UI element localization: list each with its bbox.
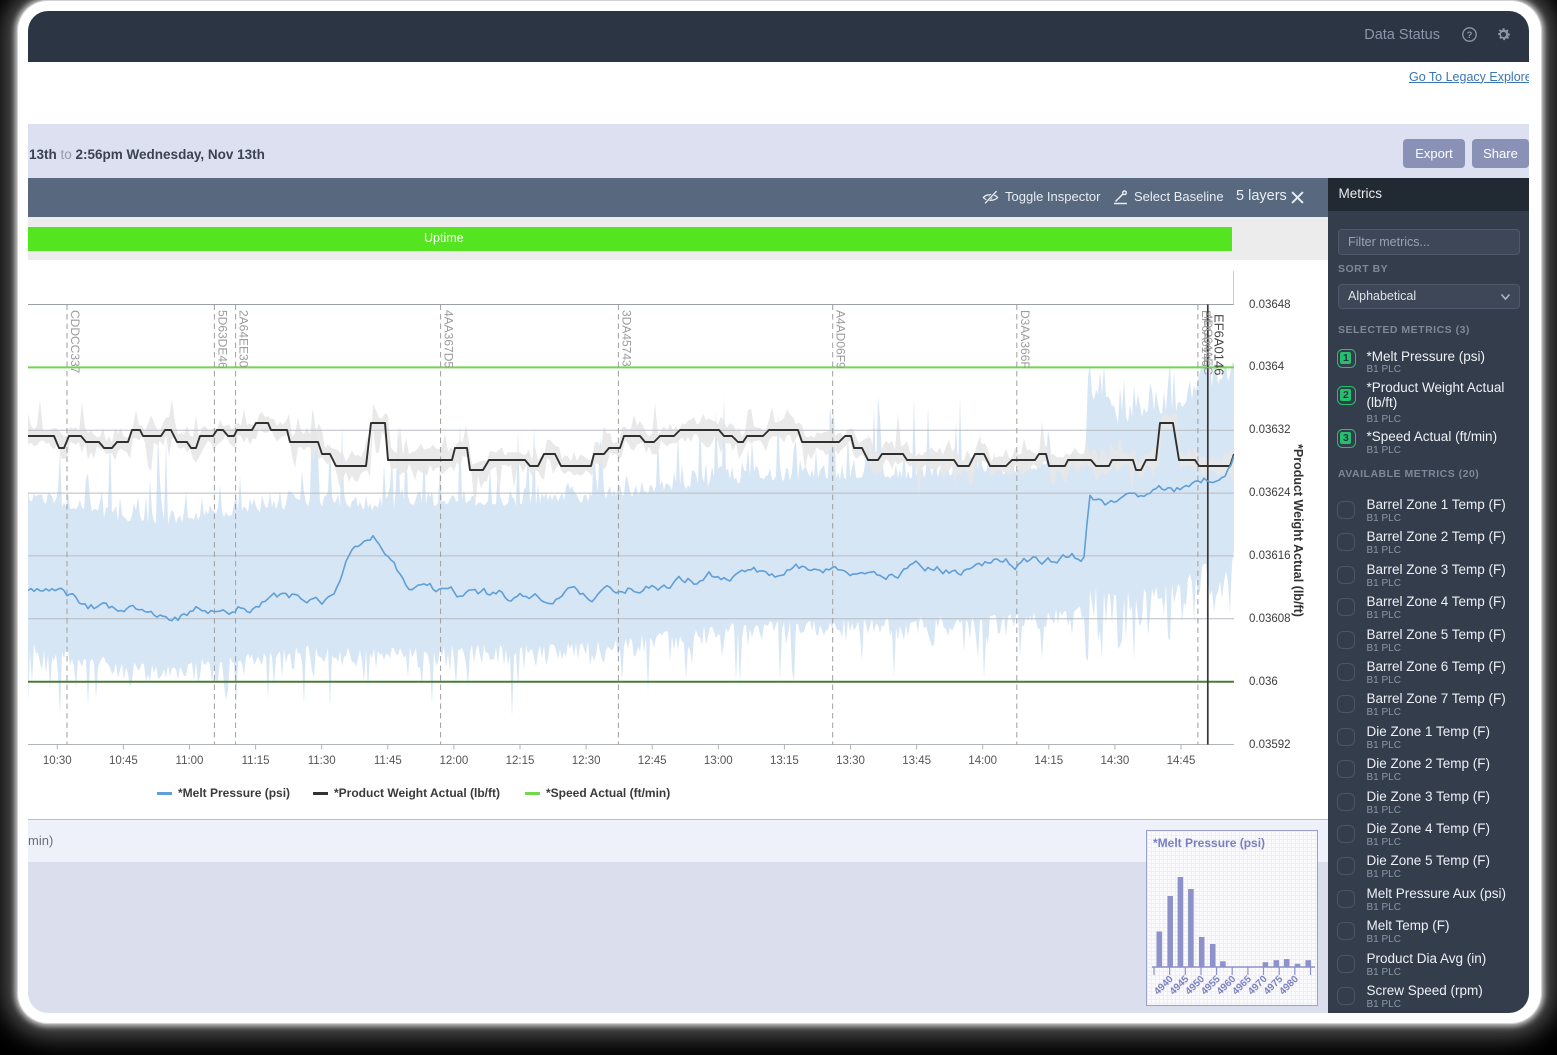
svg-text:EF6A0146: EF6A0146 xyxy=(1212,314,1227,375)
svg-text:2A64EE30: 2A64EE30 xyxy=(237,310,251,368)
svg-text:5D63DE46: 5D63DE46 xyxy=(215,310,229,369)
svg-text:4AA367D5: 4AA367D5 xyxy=(442,310,456,368)
svg-text:CDDCC337: CDDCC337 xyxy=(68,310,82,374)
svg-text:3DA45743: 3DA45743 xyxy=(619,310,633,367)
svg-text:D3AA366F: D3AA366F xyxy=(1018,310,1032,369)
svg-text:4980: 4980 xyxy=(1277,974,1301,998)
svg-text:A4AD06F9: A4AD06F9 xyxy=(834,310,848,369)
